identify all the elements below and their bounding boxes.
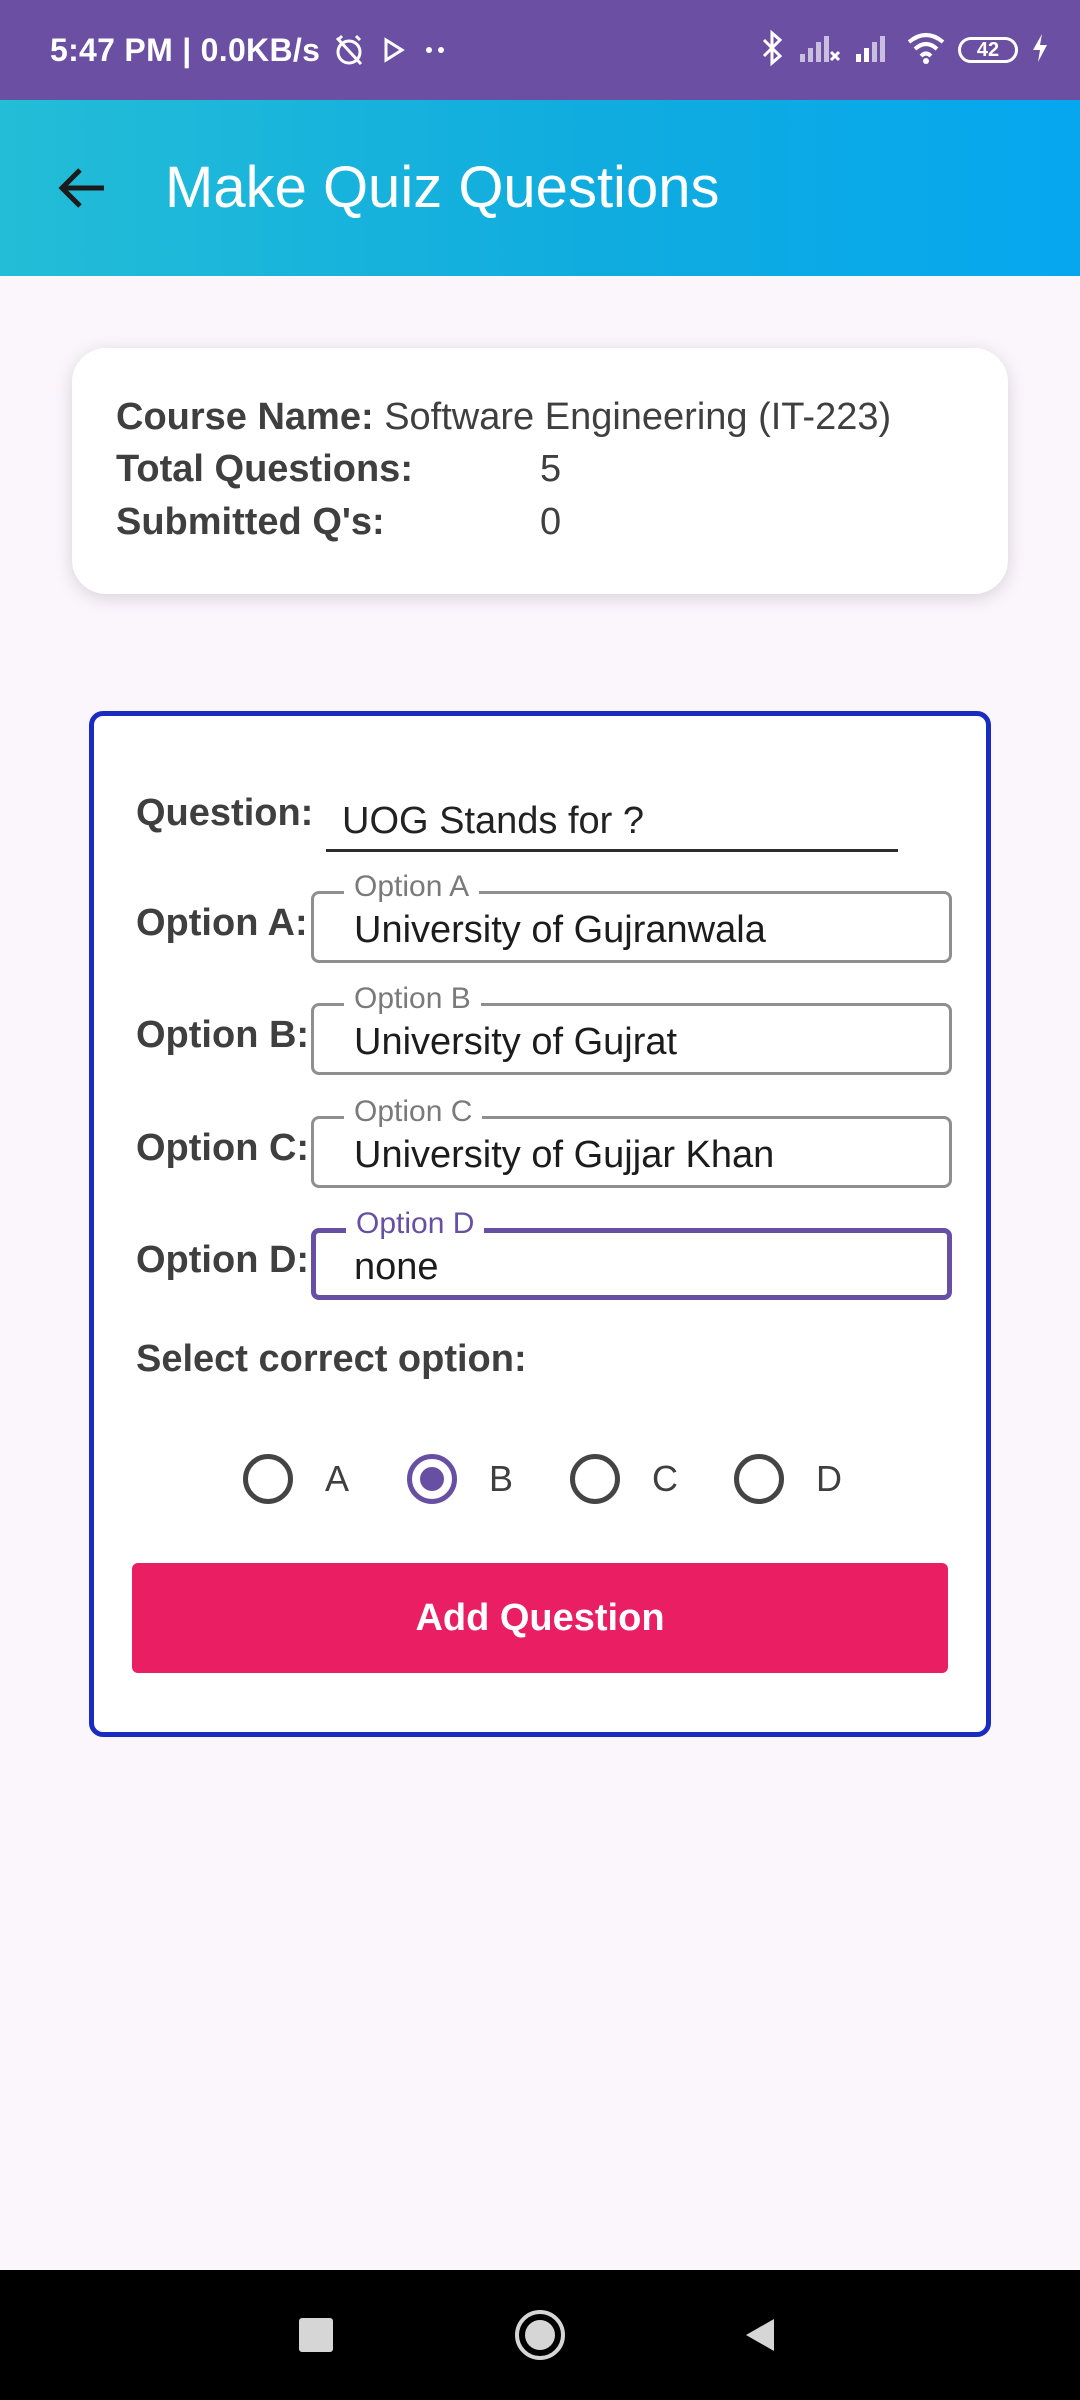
question-form: Question: UOG Stands for ? Option A: Opt… [89, 711, 991, 1737]
home-button[interactable] [480, 2270, 600, 2400]
option-d-field[interactable]: Option D none [311, 1207, 952, 1300]
status-time: 5:47 PM | 0.0KB/s [50, 31, 321, 68]
radio-option-a[interactable]: A [243, 1444, 349, 1514]
course-name-label: Course Name: [116, 396, 374, 438]
battery-icon: 42 [958, 37, 1018, 63]
course-info-card: Course Name: Software Engineering (IT-22… [72, 348, 1008, 594]
select-correct-option-label: Select correct option: [136, 1338, 527, 1380]
recents-button[interactable] [256, 2270, 376, 2400]
total-questions-row: Total Questions: 5 [116, 448, 996, 491]
option-b-label: Option B: [136, 1014, 310, 1056]
radio-circle [570, 1454, 620, 1504]
radio-label-a: A [325, 1458, 350, 1499]
back-button[interactable] [42, 148, 122, 228]
option-d-hint: Option D [346, 1207, 485, 1241]
question-input[interactable]: UOG Stands for ? [326, 790, 898, 852]
option-d-value: none [354, 1246, 439, 1288]
back-nav-button[interactable] [700, 2270, 820, 2400]
radio-circle [243, 1454, 293, 1504]
radio-label-c: C [652, 1458, 678, 1499]
option-d-label: Option D: [136, 1239, 310, 1281]
course-name-row: Course Name: Software Engineering (IT-22… [116, 396, 891, 439]
submitted-questions-label: Submitted Q's: [116, 501, 385, 543]
radio-circle-selected [407, 1454, 457, 1504]
radio-label-d: D [816, 1458, 842, 1499]
signal-sim2-icon [852, 32, 894, 69]
option-c-field[interactable]: Option C University of Gujjar Khan [311, 1095, 952, 1188]
status-left: 5:47 PM | 0.0KB/s [50, 0, 450, 100]
square-icon [299, 2318, 333, 2352]
option-b-field[interactable]: Option B University of Gujrat [311, 982, 952, 1075]
radio-option-b[interactable]: B [407, 1444, 513, 1514]
play-store-icon [378, 35, 408, 65]
add-question-button[interactable]: Add Question [132, 1563, 948, 1673]
option-a-field[interactable]: Option A University of Gujranwala [311, 870, 952, 963]
triangle-back-icon [746, 2319, 774, 2351]
total-questions-value: 5 [540, 448, 562, 490]
bluetooth-icon [758, 29, 786, 71]
total-questions-label: Total Questions: [116, 448, 413, 490]
correct-option-radio-group: A B C D [94, 1444, 986, 1514]
option-a-value: University of Gujranwala [354, 909, 766, 951]
system-nav-bar [0, 2270, 1080, 2400]
wifi-icon [906, 32, 946, 69]
question-label: Question: [136, 792, 314, 834]
home-circle-icon [515, 2310, 565, 2360]
radio-circle [734, 1454, 784, 1504]
option-b-value: University of Gujrat [354, 1021, 678, 1063]
course-name-value: Software Engineering (IT-223) [384, 396, 892, 438]
option-a-hint: Option A [344, 870, 480, 904]
app-bar: Make Quiz Questions [0, 100, 1080, 276]
option-a-label: Option A: [136, 902, 308, 944]
option-c-hint: Option C [344, 1095, 483, 1129]
more-notifications-icon [420, 35, 450, 65]
radio-option-c[interactable]: C [570, 1444, 678, 1514]
radio-option-d[interactable]: D [734, 1444, 842, 1514]
page-title: Make Quiz Questions [165, 155, 720, 220]
submitted-questions-value: 0 [540, 501, 562, 543]
charging-icon [1030, 32, 1050, 69]
status-bar: 5:47 PM | 0.0KB/s 42 [0, 0, 1080, 100]
option-c-value: University of Gujjar Khan [354, 1134, 775, 1176]
back-arrow-icon [58, 168, 104, 208]
option-b-hint: Option B [344, 982, 481, 1016]
radio-label-b: B [489, 1458, 514, 1499]
status-right: 42 [758, 0, 1050, 100]
option-c-label: Option C: [136, 1127, 310, 1169]
alarm-off-icon [332, 33, 366, 67]
signal-sim1-icon [798, 32, 841, 69]
submitted-questions-row: Submitted Q's: 0 [116, 501, 996, 544]
